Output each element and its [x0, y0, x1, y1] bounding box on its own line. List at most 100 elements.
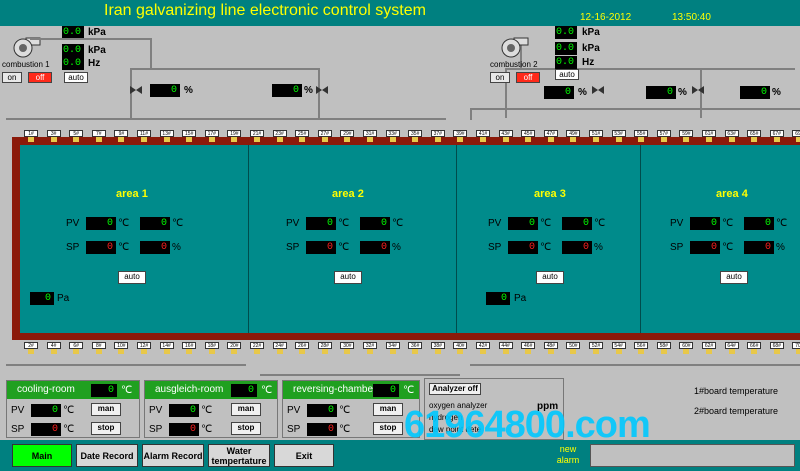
burner[interactable]: 44# [498, 342, 513, 354]
burner[interactable]: 30# [340, 342, 355, 354]
area-4-sp-percent[interactable]: 0 [744, 241, 774, 254]
burner[interactable]: 67# [769, 130, 784, 142]
area-4-sp-temp[interactable]: 0 [690, 241, 720, 254]
burner[interactable]: 38# [430, 342, 445, 354]
combustion-2-on-button[interactable]: on [490, 72, 510, 83]
burner[interactable]: 48# [543, 342, 558, 354]
nav-main-button[interactable]: Main [12, 444, 72, 467]
area-1-sp-temp[interactable]: 0 [86, 241, 116, 254]
burner[interactable]: 43# [498, 130, 513, 142]
burner[interactable]: 15# [182, 130, 197, 142]
area-1-sp-percent[interactable]: 0 [140, 241, 170, 254]
burner[interactable]: 1# [24, 130, 38, 142]
burner[interactable]: 56# [634, 342, 649, 354]
reversing-chamber-sp[interactable]: 0 [307, 423, 337, 436]
burner[interactable]: 53# [611, 130, 626, 142]
burner[interactable]: 28# [317, 342, 332, 354]
burner[interactable]: 54# [611, 342, 626, 354]
burner[interactable]: 47# [543, 130, 558, 142]
burner[interactable]: 13# [159, 130, 174, 142]
burner[interactable]: 42# [476, 342, 490, 354]
burner[interactable]: 24# [272, 342, 287, 354]
burner[interactable]: 3# [46, 130, 61, 142]
area-3-sp-temp[interactable]: 0 [508, 241, 538, 254]
burner[interactable]: 12# [137, 342, 151, 354]
burner[interactable]: 66# [747, 342, 762, 354]
valve-icon[interactable] [128, 82, 144, 98]
burner[interactable]: 26# [295, 342, 310, 354]
cooling-room-man-button[interactable]: man [91, 403, 121, 416]
area-1-auto-button[interactable]: auto [118, 271, 146, 284]
burner[interactable]: 63# [724, 130, 739, 142]
burner[interactable]: 2# [24, 342, 38, 354]
combustion-1-off-button[interactable]: off [28, 72, 52, 83]
nav-water-temperature-button[interactable]: Water tempertature [208, 444, 270, 467]
area-2-auto-button[interactable]: auto [334, 271, 362, 284]
burner[interactable]: 64# [724, 342, 739, 354]
burner[interactable]: 55# [634, 130, 649, 142]
burner[interactable]: 9# [114, 130, 129, 142]
burner[interactable]: 50# [566, 342, 581, 354]
burner[interactable]: 19# [227, 130, 242, 142]
burner[interactable]: 8# [91, 342, 106, 354]
burner[interactable]: 45# [521, 130, 536, 142]
burner[interactable]: 11# [137, 130, 151, 142]
reversing-chamber-man-button[interactable]: man [373, 403, 403, 416]
burner[interactable]: 49# [566, 130, 581, 142]
burner[interactable]: 52# [589, 342, 603, 354]
burner[interactable]: 6# [69, 342, 84, 354]
burner[interactable]: 21# [250, 130, 264, 142]
combustion-2-off-button[interactable]: off [516, 72, 540, 83]
burner[interactable]: 36# [408, 342, 423, 354]
burner[interactable]: 4# [46, 342, 61, 354]
area-2-sp-percent[interactable]: 0 [360, 241, 390, 254]
burner[interactable]: 65# [747, 130, 762, 142]
burner[interactable]: 29# [340, 130, 355, 142]
burner[interactable]: 59# [679, 130, 694, 142]
burner[interactable]: 51# [589, 130, 603, 142]
cooling-room-sp[interactable]: 0 [31, 423, 61, 436]
cooling-room-stop-button[interactable]: stop [91, 422, 121, 435]
area-3-sp-percent[interactable]: 0 [562, 241, 592, 254]
burner[interactable]: 62# [702, 342, 716, 354]
analyzer-off-button[interactable]: Analyzer off [429, 383, 481, 395]
burner[interactable]: 34# [385, 342, 400, 354]
burner[interactable]: 16# [182, 342, 197, 354]
nav-date-record-button[interactable]: Date Record [76, 444, 138, 467]
burner[interactable]: 70# [792, 342, 800, 354]
ausgleich-room-man-button[interactable]: man [231, 403, 261, 416]
nav-exit-button[interactable]: Exit [274, 444, 334, 467]
burner[interactable]: 39# [453, 130, 468, 142]
burner[interactable]: 7# [91, 130, 106, 142]
burner[interactable]: 31# [363, 130, 377, 142]
burner[interactable]: 57# [656, 130, 671, 142]
burner[interactable]: 33# [385, 130, 400, 142]
burner[interactable]: 20# [227, 342, 242, 354]
burner[interactable]: 58# [656, 342, 671, 354]
burner[interactable]: 69# [792, 130, 800, 142]
burner[interactable]: 17# [204, 130, 219, 142]
burner[interactable]: 27# [317, 130, 332, 142]
area-3-auto-button[interactable]: auto [536, 271, 564, 284]
valve-icon[interactable] [590, 82, 606, 98]
burner[interactable]: 60# [679, 342, 694, 354]
nav-alarm-record-button[interactable]: Alarm Record [142, 444, 204, 467]
reversing-chamber-stop-button[interactable]: stop [373, 422, 403, 435]
burner[interactable]: 25# [295, 130, 310, 142]
burner[interactable]: 61# [702, 130, 716, 142]
burner[interactable]: 32# [363, 342, 377, 354]
combustion-1-auto-button[interactable]: auto [64, 72, 88, 83]
burner[interactable]: 68# [769, 342, 784, 354]
ausgleich-room-sp[interactable]: 0 [169, 423, 199, 436]
burner[interactable]: 41# [476, 130, 490, 142]
burner[interactable]: 23# [272, 130, 287, 142]
burner[interactable]: 18# [204, 342, 219, 354]
burner[interactable]: 5# [69, 130, 84, 142]
burner[interactable]: 46# [521, 342, 536, 354]
burner[interactable]: 14# [159, 342, 174, 354]
ausgleich-room-stop-button[interactable]: stop [231, 422, 261, 435]
area-2-sp-temp[interactable]: 0 [306, 241, 336, 254]
area-4-auto-button[interactable]: auto [720, 271, 748, 284]
burner[interactable]: 37# [430, 130, 445, 142]
burner[interactable]: 35# [408, 130, 423, 142]
